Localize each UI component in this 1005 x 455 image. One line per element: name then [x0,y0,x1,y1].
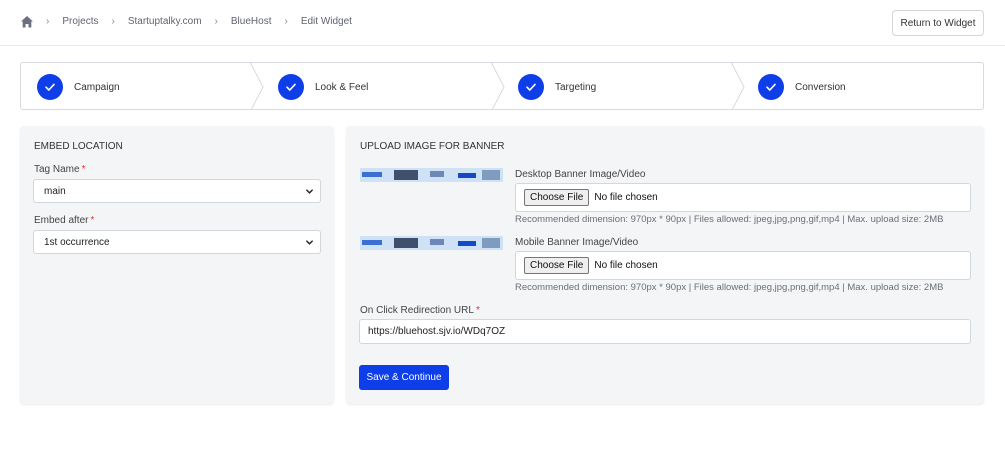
desktop-banner-file-input[interactable]: Choose File No file chosen [515,183,971,212]
check-icon [37,74,63,100]
home-icon[interactable] [20,15,34,29]
redirect-url-label: On Click Redirection URL * [360,305,480,316]
select-value: 1st occurrence [44,236,110,248]
check-icon [758,74,784,100]
choose-file-button[interactable]: Choose File [524,257,590,274]
check-icon [278,74,304,100]
chevron-right-icon: › [214,16,218,27]
mobile-banner-thumbnail [360,236,503,250]
chevron-right-icon: › [46,16,50,27]
mobile-banner-label: Mobile Banner Image/Video [515,237,639,248]
panel-title: EMBED LOCATION [34,141,123,152]
chevron-right-icon: › [284,16,288,27]
step-label: Look & Feel [315,81,369,93]
chevron-down-icon [306,189,313,194]
chevron-down-icon [306,240,313,245]
tag-name-label: Tag Name * [34,164,86,175]
embed-after-select[interactable]: 1st occurrence [33,230,321,254]
file-status: No file chosen [594,192,658,203]
embed-location-panel: EMBED LOCATION Tag Name * main Embed afte… [20,126,334,404]
select-value: main [44,185,66,197]
step-label: Conversion [795,81,846,93]
step-campaign[interactable]: Campaign [37,63,120,109]
upload-banner-panel: UPLOAD IMAGE FOR BANNER Desktop Banner I… [346,126,984,404]
desktop-upload-hint: Recommended dimension: 970px * 90px | Fi… [515,214,944,225]
step-conversion[interactable]: Conversion [758,63,846,109]
embed-after-label: Embed after * [34,215,95,226]
chevron-right-icon: › [111,16,115,27]
breadcrumb-current: Edit Widget [300,16,352,27]
step-label: Targeting [555,81,597,93]
redirect-url-input[interactable]: https://bluehost.sjv.io/WDq7OZ [359,319,971,344]
step-divider [731,63,745,109]
step-look-and-feel[interactable]: Look & Feel [278,63,369,109]
breadcrumb-projects[interactable]: Projects [62,16,98,27]
mobile-banner-file-input[interactable]: Choose File No file chosen [515,251,971,280]
mobile-upload-hint: Recommended dimension: 970px * 90px | Fi… [515,282,944,293]
breadcrumb: › Projects › Startuptalky.com › BlueHost… [46,16,365,27]
tag-name-select[interactable]: main [33,179,321,203]
breadcrumb-site[interactable]: Startuptalky.com [128,16,202,27]
return-to-widget-button[interactable]: Return to Widget [892,10,984,36]
step-divider [491,63,505,109]
desktop-banner-thumbnail [360,168,503,182]
step-label: Campaign [74,81,120,93]
progress-stepper: Campaign Look & Feel Targeting Conversio… [20,62,984,110]
top-bar: › Projects › Startuptalky.com › BlueHost… [0,0,1005,46]
panel-title: UPLOAD IMAGE FOR BANNER [360,141,505,152]
file-status: No file chosen [594,260,658,271]
save-and-continue-button[interactable]: Save & Continue [359,365,449,390]
desktop-banner-label: Desktop Banner Image/Video [515,169,646,180]
step-divider [250,63,264,109]
choose-file-button[interactable]: Choose File [524,189,590,206]
step-targeting[interactable]: Targeting [518,63,597,109]
check-icon [518,74,544,100]
breadcrumb-campaign[interactable]: BlueHost [231,16,272,27]
